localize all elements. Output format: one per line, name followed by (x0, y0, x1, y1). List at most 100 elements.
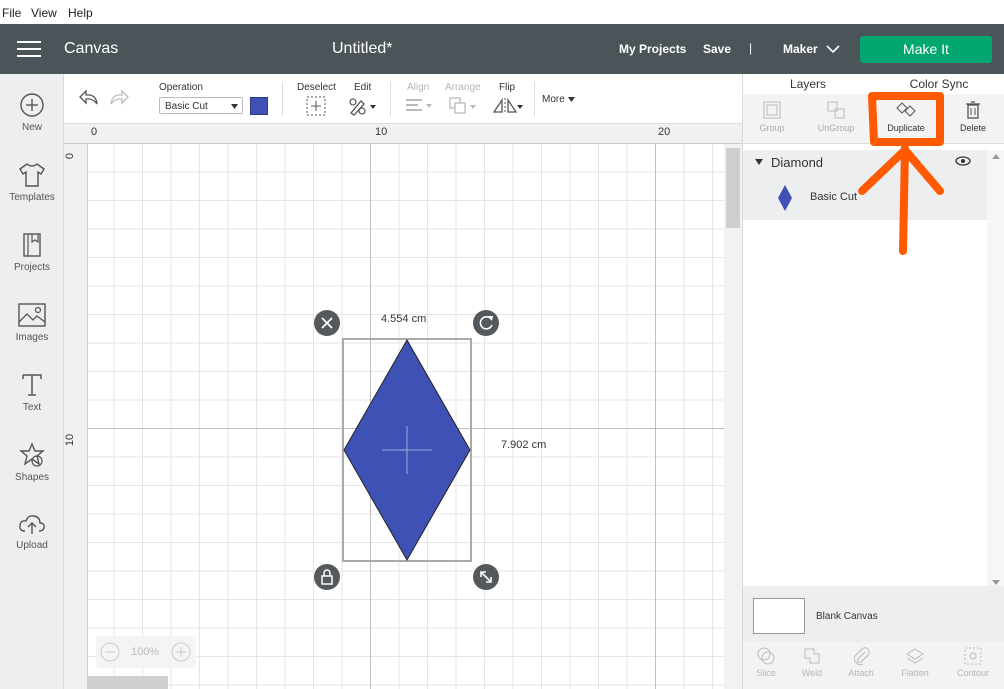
layers-scrollbar[interactable] (987, 150, 1004, 590)
ruler-tick-label: 20 (658, 126, 671, 138)
operation-color-swatch[interactable] (250, 97, 268, 115)
scroll-up-icon[interactable] (992, 154, 1000, 159)
zoom-out-icon[interactable] (100, 642, 120, 662)
collapse-caret-icon[interactable] (755, 159, 763, 165)
caret-down-icon (567, 97, 575, 102)
tshirt-icon (19, 163, 45, 187)
menu-file[interactable]: File (2, 6, 21, 20)
group-icon (763, 101, 781, 119)
duplicate-icon (896, 102, 916, 117)
machine-selector[interactable]: Maker (783, 42, 818, 56)
delete-button[interactable]: Delete (948, 94, 998, 144)
group-button[interactable]: Group (747, 94, 797, 144)
group-label: Group (759, 123, 785, 133)
lock-handle[interactable] (314, 564, 340, 590)
zoom-control: 100% (96, 636, 196, 668)
app-title: Canvas (64, 40, 119, 57)
duplicate-label: Duplicate (887, 123, 925, 133)
menu-bar: File View Help (0, 0, 1004, 24)
flatten-label: Flatten (901, 668, 929, 678)
flip-label: Flip (499, 82, 516, 93)
weld-icon (804, 648, 820, 664)
plus-circle-icon (20, 93, 44, 117)
operation-select[interactable]: Basic Cut (159, 97, 243, 114)
diamond-thumbnail-icon (778, 185, 792, 211)
undo-icon[interactable] (78, 88, 100, 108)
ruler-tick-label: 0 (91, 126, 98, 138)
sidebar-item-templates[interactable]: Templates (0, 150, 64, 220)
sidebar-item-images[interactable]: Images (0, 290, 64, 360)
image-icon (18, 303, 46, 327)
duplicate-button[interactable]: Duplicate (881, 94, 931, 144)
delete-handle[interactable] (314, 310, 340, 336)
tab-layers[interactable]: Layers (743, 74, 873, 94)
close-icon (321, 317, 333, 329)
arrange-icon[interactable] (448, 96, 478, 116)
blank-canvas-swatch[interactable] (753, 598, 805, 634)
sidebar-item-text[interactable]: Text (0, 360, 64, 430)
slice-label: Slice (756, 668, 776, 678)
sidebar-item-projects[interactable]: Projects (0, 220, 64, 290)
left-sidebar: New Templates Projects Images Text Shape… (0, 74, 64, 689)
more-menu[interactable]: More (542, 94, 575, 105)
attach-button[interactable]: Attach (836, 642, 886, 689)
ruler-tick-label: 10 (64, 433, 77, 447)
sidebar-item-label: Images (15, 332, 49, 343)
tab-color-sync[interactable]: Color Sync (873, 74, 1004, 94)
slice-icon (757, 647, 775, 665)
contour-button[interactable]: Contour (948, 642, 998, 689)
layer-group-name: Diamond (771, 155, 824, 170)
layer-item-row[interactable]: Basic Cut (743, 178, 987, 220)
upload-cloud-icon (19, 515, 45, 534)
app-header: Canvas Untitled* My Projects Save | Make… (0, 24, 1004, 74)
sidebar-item-label: New (21, 122, 42, 133)
menu-view[interactable]: View (31, 6, 57, 20)
flatten-button[interactable]: Flatten (890, 642, 940, 689)
sidebar-item-label: Projects (13, 262, 51, 273)
document-title[interactable]: Untitled* (332, 40, 392, 58)
sidebar-item-upload[interactable]: Upload (0, 500, 64, 570)
layers-list: Diamond Basic Cut (743, 144, 987, 584)
deselect-icon[interactable] (306, 96, 326, 116)
layer-group-row[interactable]: Diamond Basic Cut (743, 150, 987, 220)
flip-icon[interactable] (492, 96, 524, 116)
align-label: Align (407, 82, 430, 93)
zoom-in-icon[interactable] (171, 642, 191, 662)
sidebar-item-new[interactable]: New (0, 80, 64, 150)
canvas-vertical-scrollbar[interactable] (724, 144, 742, 689)
ruler-tick-label: 10 (375, 126, 388, 138)
arrange-label: Arrange (445, 82, 481, 93)
ruler-horizontal: 0 10 20 (64, 124, 742, 144)
chevron-down-icon[interactable] (826, 44, 840, 54)
sidebar-item-label: Templates (9, 192, 55, 203)
resize-handle[interactable] (473, 564, 499, 590)
zoom-level: 100% (131, 646, 160, 658)
menu-help[interactable]: Help (68, 6, 93, 20)
diamond-shape[interactable] (342, 338, 472, 562)
align-icon[interactable] (404, 98, 434, 114)
blank-canvas-row[interactable]: Blank Canvas (743, 586, 1004, 642)
edit-tools-icon[interactable] (348, 96, 378, 116)
sidebar-item-shapes[interactable]: Shapes (0, 430, 64, 500)
operation-value: Basic Cut (165, 101, 208, 112)
layer-actions: Group UnGroup Duplicate Delete (743, 94, 1004, 144)
rotate-handle[interactable] (473, 310, 499, 336)
eye-icon[interactable] (955, 156, 971, 166)
my-projects-link[interactable]: My Projects (619, 42, 686, 56)
ruler-tick-label: 0 (64, 152, 77, 160)
slice-button[interactable]: Slice (741, 642, 791, 689)
weld-button[interactable]: Weld (787, 642, 837, 689)
more-label: More (542, 94, 565, 105)
scrollbar-thumb[interactable] (726, 148, 740, 228)
edit-toolbar: Operation Basic Cut Deselect Edit Align … (64, 74, 742, 124)
operation-label: Operation (159, 82, 203, 93)
hamburger-menu-icon[interactable] (17, 41, 41, 59)
scroll-down-icon[interactable] (992, 580, 1000, 585)
canvas-horizontal-scrollbar[interactable] (88, 676, 168, 689)
blank-canvas-label: Blank Canvas (816, 611, 878, 622)
deselect-label: Deselect (297, 82, 336, 93)
ungroup-button[interactable]: UnGroup (811, 94, 861, 144)
redo-icon[interactable] (108, 88, 130, 108)
save-button[interactable]: Save (703, 42, 731, 56)
make-it-button[interactable]: Make It (860, 36, 992, 63)
